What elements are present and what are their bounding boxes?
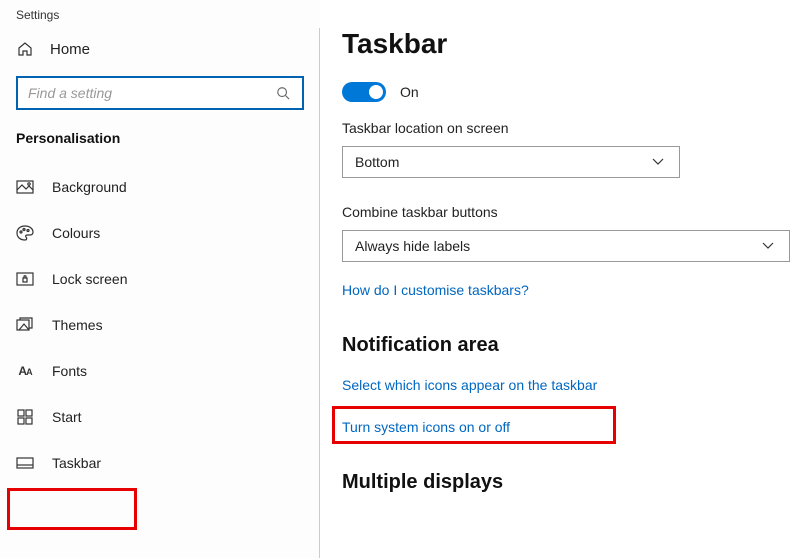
combine-select[interactable]: Always hide labels — [342, 230, 790, 262]
sidebar-item-background[interactable]: Background — [0, 164, 320, 210]
sidebar-item-lock-screen[interactable]: Lock screen — [0, 256, 320, 302]
combine-value: Always hide labels — [355, 238, 470, 254]
location-value: Bottom — [355, 154, 399, 170]
sidebar-item-themes[interactable]: Themes — [0, 302, 320, 348]
chevron-down-icon — [759, 237, 777, 255]
page-title: Taskbar — [342, 28, 796, 60]
section-title: Personalisation — [0, 124, 320, 154]
sidebar-item-taskbar[interactable]: Taskbar — [0, 440, 320, 486]
sidebar-item-colours[interactable]: Colours — [0, 210, 320, 256]
sidebar-item-label: Themes — [52, 317, 103, 333]
lock-screen-icon — [16, 270, 34, 288]
select-icons-link[interactable]: Select which icons appear on the taskbar — [342, 377, 597, 393]
taskbar-icon — [16, 454, 34, 472]
sidebar-item-fonts[interactable]: AA Fonts — [0, 348, 320, 394]
search-icon — [274, 84, 292, 102]
system-icons-link[interactable]: Turn system icons on or off — [342, 419, 510, 435]
sidebar-item-label: Fonts — [52, 363, 87, 379]
search-input-container[interactable] — [16, 76, 304, 110]
multiple-displays-heading: Multiple displays — [342, 471, 796, 494]
toggle-knob — [369, 85, 383, 99]
combine-label: Combine taskbar buttons — [342, 204, 796, 220]
themes-icon — [16, 316, 34, 334]
taskbar-toggle[interactable] — [342, 82, 386, 102]
customise-link[interactable]: How do I customise taskbars? — [342, 282, 529, 298]
fonts-icon: AA — [16, 362, 34, 380]
palette-icon — [16, 224, 34, 242]
toggle-state-label: On — [398, 84, 419, 100]
location-select[interactable]: Bottom — [342, 146, 680, 178]
sidebar-item-label: Colours — [52, 225, 100, 241]
sidebar-item-start[interactable]: Start — [0, 394, 320, 440]
search-input[interactable] — [28, 85, 274, 101]
app-title: Settings — [0, 0, 320, 26]
home-label: Home — [50, 41, 90, 58]
sidebar-item-label: Taskbar — [52, 455, 101, 471]
location-label: Taskbar location on screen — [342, 120, 796, 136]
home-icon — [16, 40, 34, 58]
sidebar-item-label: Start — [52, 409, 82, 425]
start-icon — [16, 408, 34, 426]
home-nav[interactable]: Home — [0, 26, 320, 70]
picture-icon — [16, 178, 34, 196]
sidebar-item-label: Lock screen — [52, 271, 127, 287]
notification-heading: Notification area — [342, 334, 796, 357]
chevron-down-icon — [649, 153, 667, 171]
sidebar-item-label: Background — [52, 179, 127, 195]
